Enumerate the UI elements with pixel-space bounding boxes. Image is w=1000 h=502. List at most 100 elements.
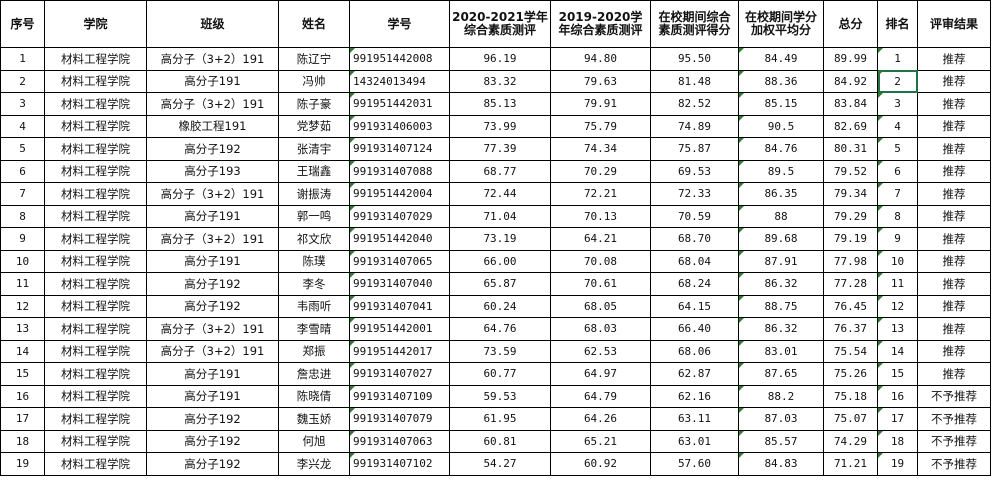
cell-college[interactable]: 材料工程学院 (44, 317, 147, 341)
cell-rank[interactable]: 11 (877, 272, 918, 296)
cell-total[interactable]: 79.19 (823, 227, 878, 251)
cell-gpa[interactable]: 84.83 (738, 452, 824, 476)
cell-score-2019[interactable]: 74.34 (550, 137, 651, 161)
cell-class[interactable]: 高分子191 (146, 384, 279, 408)
cell-gpa[interactable]: 83.01 (738, 339, 824, 363)
cell-college[interactable]: 材料工程学院 (44, 159, 147, 183)
cell-result[interactable]: 推荐 (917, 249, 991, 273)
cell-result[interactable]: 推荐 (917, 362, 991, 386)
cell-overall-score[interactable]: 62.87 (650, 362, 739, 386)
cell-overall-score[interactable]: 95.50 (650, 47, 739, 71)
cell-class[interactable]: 高分子192 (146, 294, 279, 318)
cell-score-2020[interactable]: 59.53 (449, 384, 551, 408)
cell-score-2020[interactable]: 73.19 (449, 227, 551, 251)
cell-student-id[interactable]: 991931407027 (349, 362, 450, 386)
cell-student-id[interactable]: 991931407040 (349, 272, 450, 296)
header-cell-gpa[interactable]: 在校期间学分加权平均分 (738, 0, 824, 48)
cell-gpa[interactable]: 89.5 (738, 159, 824, 183)
cell-score-2019[interactable]: 75.79 (550, 114, 651, 138)
cell-name[interactable]: 韦雨听 (278, 294, 350, 318)
cell-student-id[interactable]: 991931407065 (349, 249, 450, 273)
cell-rank[interactable]: 14 (877, 339, 918, 363)
cell-total[interactable]: 79.29 (823, 204, 878, 228)
cell-name[interactable]: 魏玉娇 (278, 407, 350, 431)
cell-index[interactable]: 15 (0, 362, 45, 386)
cell-gpa[interactable]: 88 (738, 204, 824, 228)
cell-overall-score[interactable]: 63.11 (650, 407, 739, 431)
cell-index[interactable]: 11 (0, 272, 45, 296)
cell-class[interactable]: 高分子（3+2）191 (146, 339, 279, 363)
cell-overall-score[interactable]: 81.48 (650, 69, 739, 93)
cell-rank[interactable]: 3 (877, 92, 918, 116)
cell-rank[interactable]: 7 (877, 182, 918, 206)
cell-overall-score[interactable]: 68.06 (650, 339, 739, 363)
cell-total[interactable]: 75.07 (823, 407, 878, 431)
cell-college[interactable]: 材料工程学院 (44, 272, 147, 296)
cell-rank[interactable]: 16 (877, 384, 918, 408)
cell-total[interactable]: 74.29 (823, 429, 878, 453)
cell-result[interactable]: 推荐 (917, 137, 991, 161)
cell-student-id[interactable]: 991931406003 (349, 114, 450, 138)
cell-total[interactable]: 80.31 (823, 137, 878, 161)
cell-result[interactable]: 推荐 (917, 294, 991, 318)
cell-college[interactable]: 材料工程学院 (44, 182, 147, 206)
cell-rank[interactable]: 12 (877, 294, 918, 318)
cell-name[interactable]: 谢振涛 (278, 182, 350, 206)
header-cell-score-2019[interactable]: 2019-2020学年综合素质测评 (550, 0, 651, 48)
header-cell-class[interactable]: 班级 (146, 0, 279, 48)
cell-score-2019[interactable]: 64.26 (550, 407, 651, 431)
cell-student-id[interactable]: 991951442031 (349, 92, 450, 116)
cell-total[interactable]: 76.45 (823, 294, 878, 318)
cell-rank[interactable]: 19 (877, 452, 918, 476)
cell-total[interactable]: 75.26 (823, 362, 878, 386)
cell-college[interactable]: 材料工程学院 (44, 452, 147, 476)
cell-college[interactable]: 材料工程学院 (44, 204, 147, 228)
cell-class[interactable]: 高分子191 (146, 69, 279, 93)
cell-class[interactable]: 高分子193 (146, 159, 279, 183)
cell-gpa[interactable]: 84.76 (738, 137, 824, 161)
cell-gpa[interactable]: 86.35 (738, 182, 824, 206)
cell-score-2020[interactable]: 71.04 (449, 204, 551, 228)
cell-name[interactable]: 郭一鸣 (278, 204, 350, 228)
cell-index[interactable]: 14 (0, 339, 45, 363)
cell-score-2019[interactable]: 64.97 (550, 362, 651, 386)
header-cell-score-2020[interactable]: 2020-2021学年综合素质测评 (449, 0, 551, 48)
header-cell-total[interactable]: 总分 (823, 0, 878, 48)
cell-score-2020[interactable]: 68.77 (449, 159, 551, 183)
cell-student-id[interactable]: 991931407079 (349, 407, 450, 431)
cell-student-id[interactable]: 991931407102 (349, 452, 450, 476)
cell-overall-score[interactable]: 68.24 (650, 272, 739, 296)
cell-result[interactable]: 不予推荐 (917, 384, 991, 408)
cell-total[interactable]: 71.21 (823, 452, 878, 476)
cell-overall-score[interactable]: 74.89 (650, 114, 739, 138)
cell-index[interactable]: 19 (0, 452, 45, 476)
cell-result[interactable]: 不予推荐 (917, 429, 991, 453)
cell-result[interactable]: 推荐 (917, 182, 991, 206)
cell-total[interactable]: 82.69 (823, 114, 878, 138)
cell-gpa[interactable]: 88.75 (738, 294, 824, 318)
cell-overall-score[interactable]: 57.60 (650, 452, 739, 476)
cell-name[interactable]: 陈子豪 (278, 92, 350, 116)
cell-name[interactable]: 李雪晴 (278, 317, 350, 341)
cell-class[interactable]: 高分子192 (146, 429, 279, 453)
cell-total[interactable]: 89.99 (823, 47, 878, 71)
cell-rank[interactable]: 1 (877, 47, 918, 71)
cell-class[interactable]: 橡胶工程191 (146, 114, 279, 138)
cell-student-id[interactable]: 991951442008 (349, 47, 450, 71)
cell-score-2019[interactable]: 79.63 (550, 69, 651, 93)
cell-result[interactable]: 推荐 (917, 272, 991, 296)
cell-index[interactable]: 18 (0, 429, 45, 453)
cell-score-2020[interactable]: 83.32 (449, 69, 551, 93)
cell-name[interactable]: 李兴龙 (278, 452, 350, 476)
cell-college[interactable]: 材料工程学院 (44, 137, 147, 161)
cell-class[interactable]: 高分子192 (146, 137, 279, 161)
cell-result[interactable]: 不予推荐 (917, 407, 991, 431)
cell-gpa[interactable]: 89.68 (738, 227, 824, 251)
cell-overall-score[interactable]: 68.70 (650, 227, 739, 251)
cell-rank[interactable]: 4 (877, 114, 918, 138)
cell-total[interactable]: 76.37 (823, 317, 878, 341)
header-cell-overall-score[interactable]: 在校期间综合素质测评得分 (650, 0, 739, 48)
cell-total[interactable]: 75.18 (823, 384, 878, 408)
cell-result[interactable]: 推荐 (917, 204, 991, 228)
cell-college[interactable]: 材料工程学院 (44, 384, 147, 408)
